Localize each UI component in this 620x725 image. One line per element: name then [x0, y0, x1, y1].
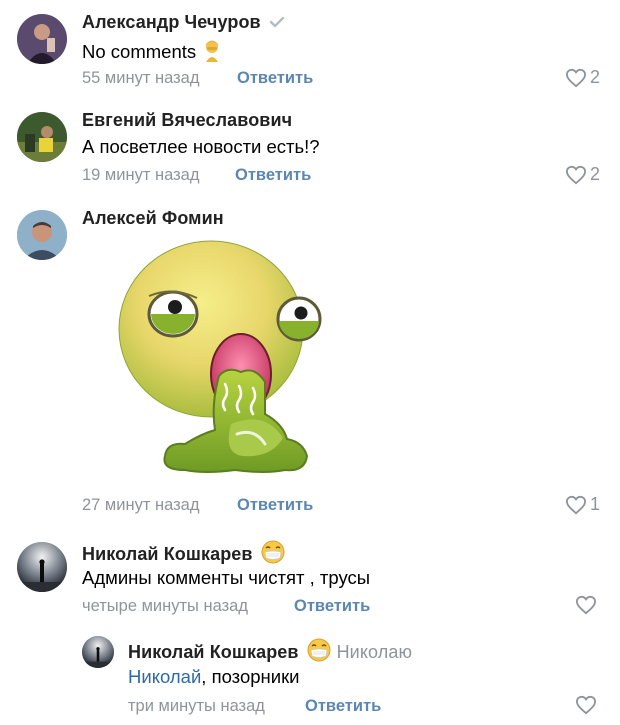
comment-author[interactable]: Алексей Фомин: [82, 208, 224, 229]
face-with-medical-mask-emoji-icon: [307, 638, 331, 667]
comment-author[interactable]: Евгений Вячеславович: [82, 110, 292, 131]
comment-text: Николай, позорники: [128, 666, 300, 687]
reply-button[interactable]: Ответить: [235, 166, 311, 185]
heart-icon: [575, 595, 597, 615]
verified-icon: [269, 13, 285, 34]
like-button[interactable]: [575, 695, 600, 715]
comment-text: No comments: [82, 38, 224, 67]
comment-2: Евгений Вячеславович А посветлее новости…: [0, 100, 620, 200]
comment-time: четыре минуты назад: [82, 597, 248, 615]
like-button[interactable]: [575, 595, 600, 615]
like-button[interactable]: 1: [565, 494, 600, 515]
comment-time: 55 минут назад: [82, 69, 200, 87]
avatar[interactable]: [17, 542, 67, 592]
comment-1: Александр Чечуров No comments 55 минут н…: [0, 0, 620, 100]
comment-4: Николай Кошкарев Админы комменты чистят …: [0, 530, 620, 630]
heart-icon: [565, 495, 587, 515]
avatar[interactable]: [82, 636, 114, 668]
comment-author[interactable]: Николай Кошкарев: [82, 540, 285, 569]
like-count: 2: [589, 67, 600, 87]
hear-no-evil-person-emoji-icon: [200, 38, 224, 67]
comment-text: Админы комменты чистят , трусы: [82, 567, 371, 588]
comment-author[interactable]: Александр Чечуров: [82, 12, 285, 34]
avatar[interactable]: [17, 210, 67, 260]
comment-author[interactable]: Николай Кошкарев Николаю: [128, 638, 412, 667]
like-count: 1: [589, 494, 600, 514]
heart-icon: [575, 695, 597, 715]
heart-icon: [565, 68, 587, 88]
like-button[interactable]: 2: [565, 164, 600, 185]
avatar[interactable]: [17, 112, 67, 162]
like-count: 2: [589, 164, 600, 184]
comment-5-reply: Николай Кошкарев Николаю Николай, позорни…: [0, 628, 620, 725]
comment-time: 19 минут назад: [82, 166, 200, 184]
like-button[interactable]: 2: [565, 67, 600, 88]
vomiting-face-sticker: [115, 234, 325, 484]
comment-3: Алексей Фомин 27 минут назад Ответить 1: [0, 198, 620, 530]
mention-link[interactable]: Николай: [128, 666, 201, 687]
comment-time: 27 минут назад: [82, 496, 200, 514]
reply-button[interactable]: Ответить: [305, 697, 381, 716]
avatar[interactable]: [17, 14, 67, 64]
comment-text: А посветлее новости есть!?: [82, 136, 320, 157]
face-with-medical-mask-emoji-icon: [261, 540, 285, 569]
heart-icon: [565, 165, 587, 185]
reply-button[interactable]: Ответить: [237, 69, 313, 88]
reply-button[interactable]: Ответить: [294, 597, 370, 616]
comment-time: три минуты назад: [128, 697, 265, 715]
reply-button[interactable]: Ответить: [237, 496, 313, 515]
reply-addressee[interactable]: Николаю: [337, 642, 412, 662]
